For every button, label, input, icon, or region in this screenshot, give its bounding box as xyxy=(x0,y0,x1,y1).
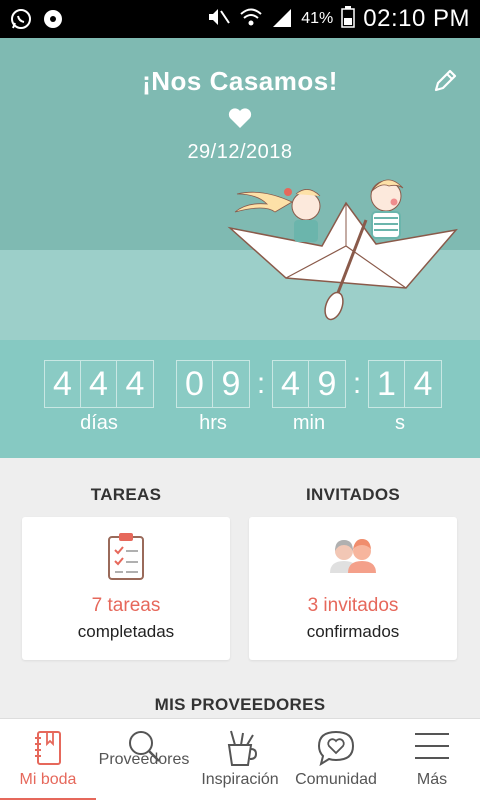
seconds-digit: 4 xyxy=(405,361,441,407)
days-digits: 4 4 4 xyxy=(44,360,154,408)
seconds-digit: 1 xyxy=(369,361,405,407)
brushes-cup-icon xyxy=(227,730,257,766)
wedding-title: ¡Nos Casamos! xyxy=(142,66,338,96)
couple-guests-icon xyxy=(327,537,379,578)
nav-mas[interactable]: Más xyxy=(384,719,480,800)
minutes-digits: 4 9 xyxy=(272,360,346,408)
edit-pencil-icon[interactable] xyxy=(430,66,460,96)
minutes-digit: 9 xyxy=(309,361,345,407)
guests-subtitle: confirmados xyxy=(306,622,400,641)
nav-proveedores[interactable]: Proveedores xyxy=(96,719,192,800)
music-icon xyxy=(42,8,64,30)
days-label: días xyxy=(80,412,118,434)
chat-heart-icon xyxy=(317,730,355,767)
nav-label-proveedores: Proveedores xyxy=(98,751,190,768)
countdown-panel: 4 4 4 0 9 : 4 9 : 1 4 días hrs min s xyxy=(0,340,480,458)
guests-heading: INVITADOS xyxy=(305,485,400,504)
wifi-icon xyxy=(239,7,263,32)
status-bar: 41% 02:10 PM xyxy=(0,0,480,38)
guests-card[interactable]: 3 invitados confirmados xyxy=(249,517,457,660)
seconds-digits: 1 4 xyxy=(368,360,442,408)
bottom-navigation: Mi boda Proveedores Inspiración Comunida… xyxy=(0,718,480,800)
tasks-heading: TAREAS xyxy=(90,485,162,504)
menu-icon xyxy=(415,733,449,759)
notebook-icon xyxy=(35,731,61,765)
colon-separator: : xyxy=(352,367,362,400)
nav-label-mas: Más xyxy=(416,771,448,788)
whatsapp-icon xyxy=(10,8,32,30)
nav-inspiracion[interactable]: Inspiración xyxy=(192,719,288,800)
heart-icon xyxy=(227,105,253,131)
nav-mi-boda[interactable]: Mi boda xyxy=(0,719,96,800)
minutes-label: min xyxy=(292,412,326,434)
colon-separator: : xyxy=(256,367,266,400)
hours-digit: 9 xyxy=(213,361,249,407)
seconds-label: s xyxy=(395,412,405,434)
minutes-digit: 4 xyxy=(273,361,309,407)
tasks-count: 7 tareas xyxy=(91,595,161,616)
nav-comunidad[interactable]: Comunidad xyxy=(288,719,384,800)
hours-digit: 0 xyxy=(177,361,213,407)
days-digit: 4 xyxy=(117,361,153,407)
couple-boat-illustration xyxy=(227,179,458,321)
tasks-subtitle: completadas xyxy=(77,622,175,641)
days-digit: 4 xyxy=(45,361,81,407)
guests-count: 3 invitados xyxy=(307,595,399,616)
nav-label-mi-boda: Mi boda xyxy=(19,771,77,788)
nav-label-comunidad: Comunidad xyxy=(295,771,377,788)
wedding-header: ¡Nos Casamos! 29/12/2018 xyxy=(0,38,480,340)
my-providers-heading: MIS PROVEEDORES xyxy=(154,695,326,714)
hours-digits: 0 9 xyxy=(176,360,250,408)
signal-icon xyxy=(271,7,293,32)
days-digit: 4 xyxy=(81,361,117,407)
status-clock: 02:10 PM xyxy=(363,5,470,32)
hours-label: hrs xyxy=(199,412,227,434)
battery-icon xyxy=(341,5,356,33)
tasks-card[interactable]: 7 tareas completadas xyxy=(22,517,230,660)
battery-percent: 41% xyxy=(301,10,334,27)
clipboard-checklist-icon xyxy=(106,531,146,586)
countdown-digits: 4 4 4 0 9 : 4 9 : 1 4 xyxy=(44,360,442,408)
nav-label-inspiracion: Inspiración xyxy=(201,771,279,788)
mute-icon xyxy=(207,7,231,32)
